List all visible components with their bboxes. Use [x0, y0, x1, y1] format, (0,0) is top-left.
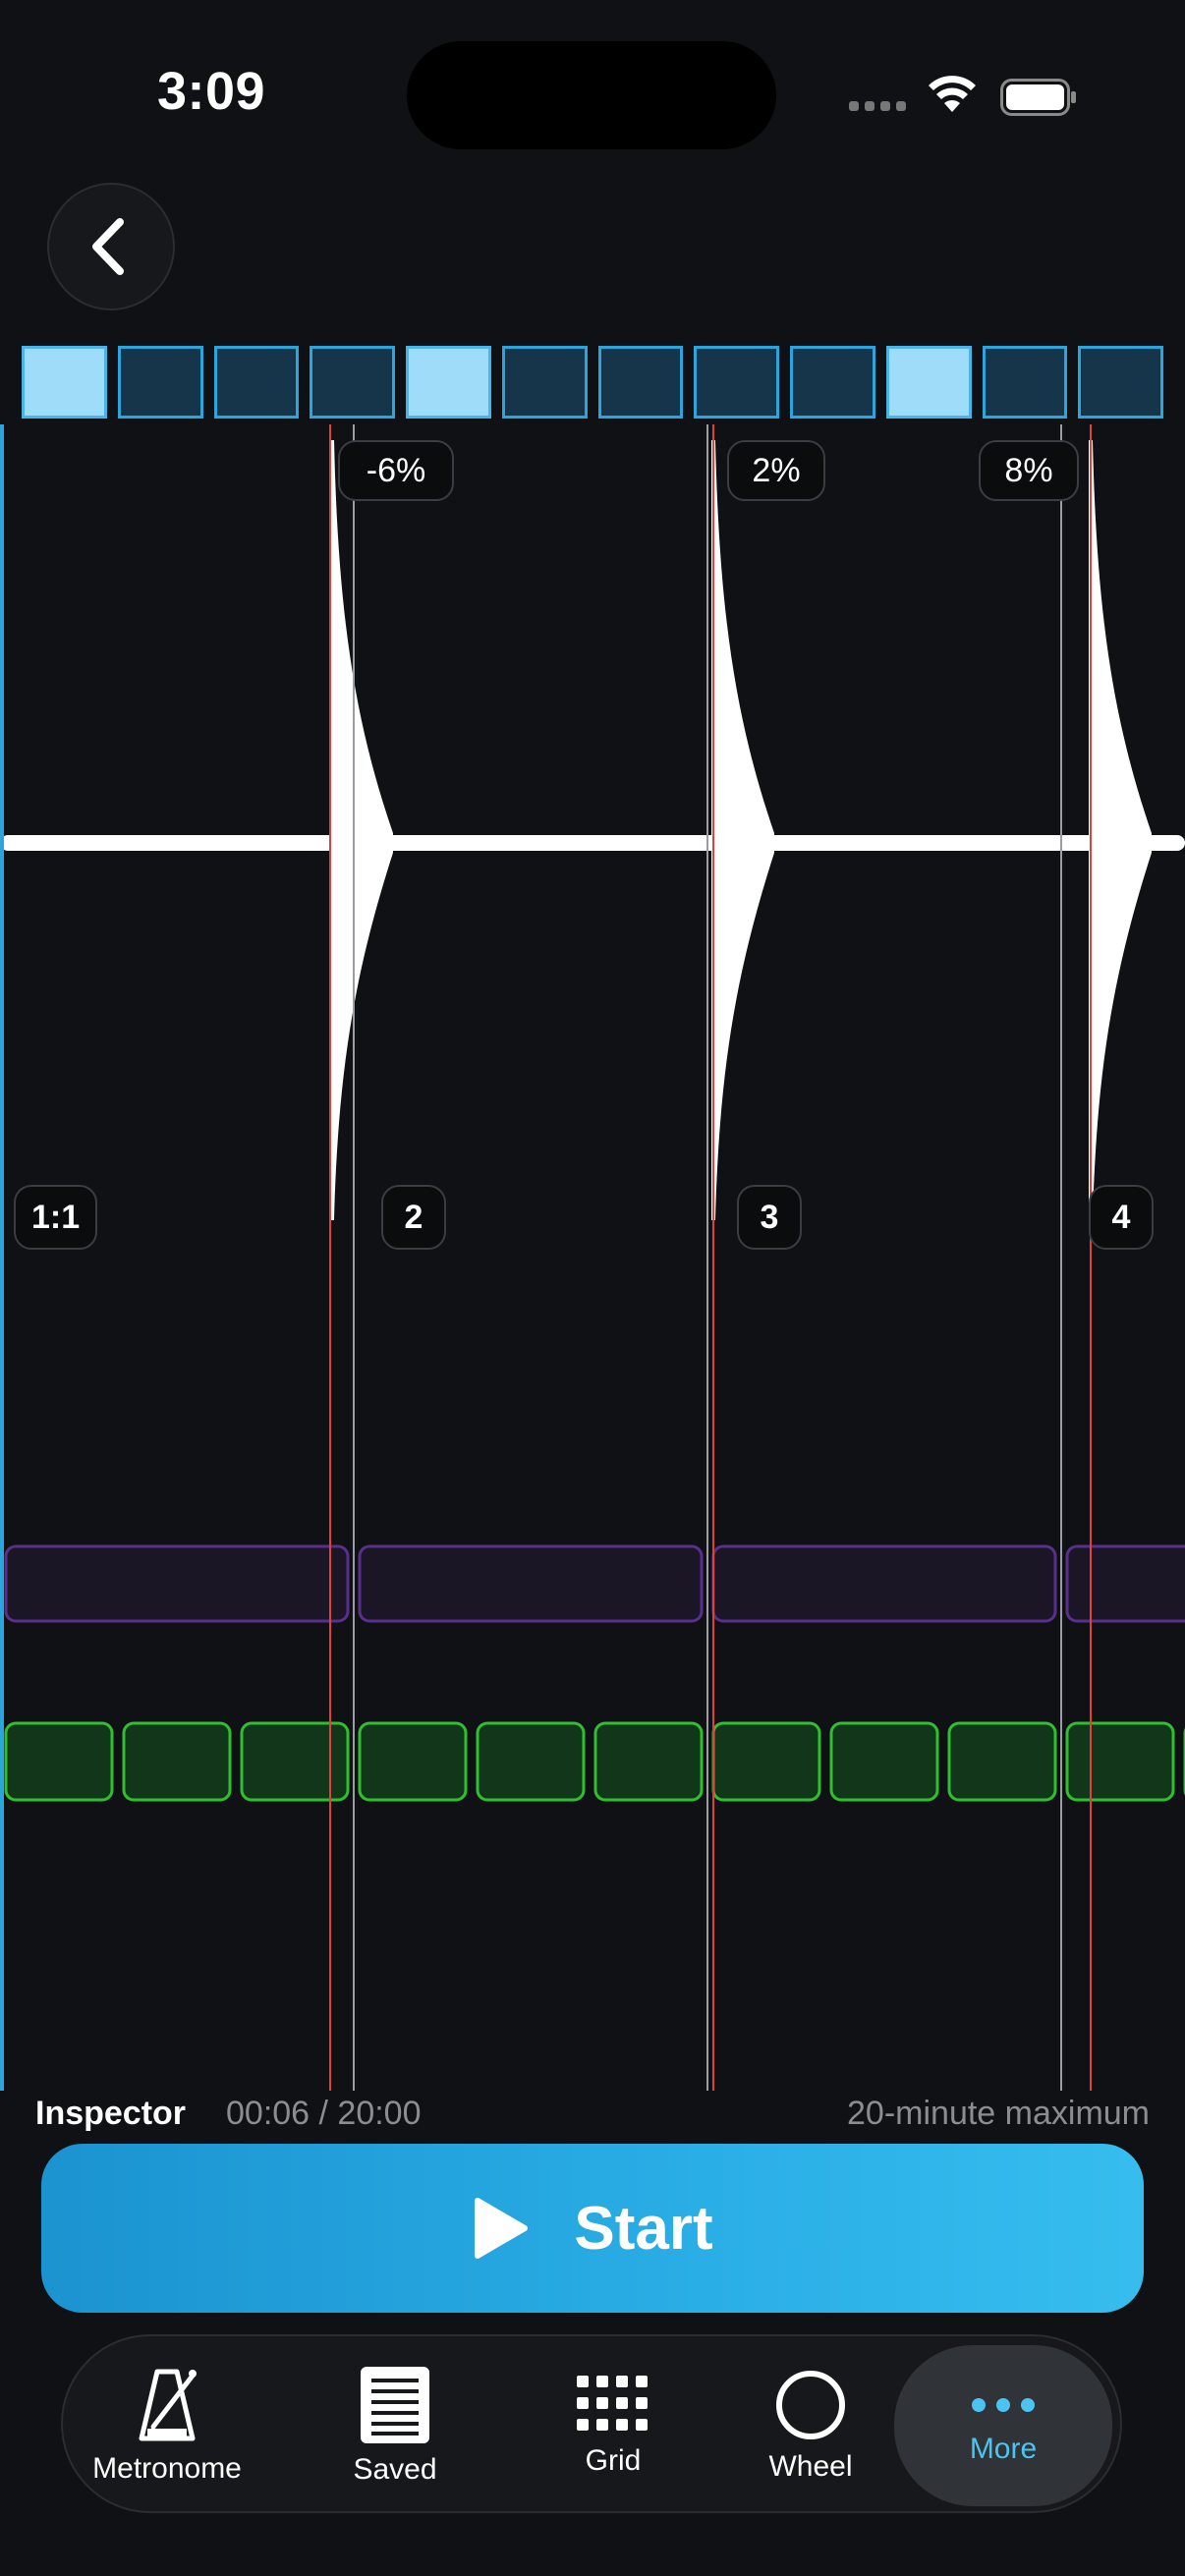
tab-label: More [969, 2433, 1038, 2465]
dynamic-island [407, 41, 776, 149]
waveform [0, 440, 1185, 1220]
grid-icon [577, 2376, 648, 2431]
inspector-elapsed-time: 00:06 / 20:00 [226, 2095, 422, 2132]
beat-square[interactable] [117, 346, 203, 419]
beat-square[interactable] [694, 346, 779, 419]
beat-label: 4 [1089, 1185, 1154, 1250]
beat-square[interactable] [1078, 346, 1163, 419]
more-icon [972, 2398, 1035, 2412]
grid-lines [353, 424, 1062, 2091]
start-button-label: Start [574, 2194, 713, 2263]
timing-offset-badge: 2% [727, 440, 825, 501]
battery-icon [1000, 79, 1076, 116]
beat-square[interactable] [885, 346, 972, 419]
beat-square[interactable] [597, 346, 684, 419]
beat-square[interactable] [790, 346, 875, 419]
tab-metronome[interactable]: Metronome [92, 2336, 242, 2515]
tab-label: Saved [353, 2453, 437, 2486]
beat-square[interactable] [310, 346, 395, 419]
beat-label: 1:1 [14, 1185, 98, 1250]
tab-saved[interactable]: Saved [353, 2336, 437, 2515]
accent-track [4, 1544, 1185, 1623]
inspector-limit-note: 20-minute maximum [847, 2095, 1150, 2132]
onset-lines [329, 424, 1092, 2091]
beat-indicator-row [22, 346, 1163, 419]
beat-square[interactable] [406, 346, 491, 419]
wheel-icon [776, 2371, 845, 2439]
metronome-icon [139, 2369, 197, 2441]
play-icon [475, 2198, 529, 2259]
tab-label: Wheel [768, 2450, 853, 2483]
back-button[interactable] [47, 183, 175, 310]
status-time: 3:09 [157, 62, 266, 121]
tab-more[interactable]: More [894, 2345, 1112, 2506]
subdivision-track [4, 1721, 1185, 1802]
beat-square[interactable] [501, 346, 588, 419]
beat-square[interactable] [213, 346, 300, 419]
cellular-signal-icon [849, 101, 908, 115]
tab-label: Grid [585, 2444, 642, 2477]
start-button[interactable]: Start [41, 2144, 1144, 2313]
beat-square[interactable] [22, 346, 107, 419]
beat-square[interactable] [982, 346, 1068, 419]
beat-label: 2 [381, 1185, 446, 1250]
chevron-left-icon [92, 218, 124, 275]
tab-label: Metronome [92, 2452, 242, 2485]
waveform-canvas [0, 424, 1185, 2091]
tab-bar: Metronome Saved Grid Wheel More [61, 2334, 1122, 2513]
tab-grid[interactable]: Grid [574, 2336, 652, 2515]
timing-offset-badge: 8% [979, 440, 1079, 501]
saved-icon [361, 2367, 429, 2443]
tab-wheel[interactable]: Wheel [762, 2336, 859, 2515]
timing-offset-badge: -6% [338, 440, 454, 501]
inspector-title: Inspector [35, 2095, 187, 2132]
beat-label: 3 [737, 1185, 802, 1250]
wifi-icon [929, 76, 976, 112]
waveform-timeline[interactable]: -6% 2% 8% 1:1 2 3 4 [0, 424, 1185, 2091]
